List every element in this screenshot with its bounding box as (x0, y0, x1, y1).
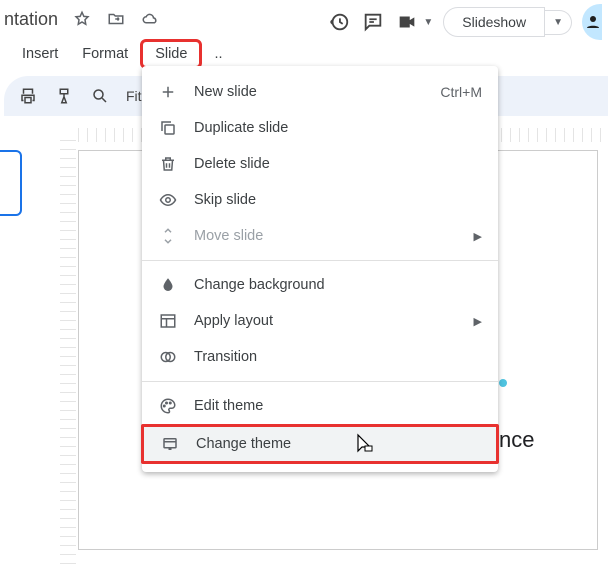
menu-skip-slide[interactable]: Skip slide (142, 182, 498, 218)
zoom-icon[interactable] (90, 86, 110, 106)
doc-title-partial[interactable]: ntation (4, 9, 58, 30)
trash-icon (158, 154, 178, 174)
menu-format[interactable]: Format (70, 40, 140, 68)
menu-duplicate-slide[interactable]: Duplicate slide (142, 110, 498, 146)
menu-delete-label: Delete slide (194, 156, 270, 172)
menu-slide[interactable]: Slide (140, 39, 202, 69)
menu-insert[interactable]: Insert (10, 40, 70, 68)
menu-duplicate-label: Duplicate slide (194, 120, 288, 136)
slideshow-button[interactable]: Slideshow (443, 7, 545, 37)
menu-transition[interactable]: Transition (142, 339, 498, 375)
duplicate-icon (158, 118, 178, 138)
paint-format-icon[interactable] (54, 86, 74, 106)
menu-move-label: Move slide (194, 228, 263, 244)
zoom-label[interactable]: Fit (126, 88, 142, 104)
theme-icon (160, 434, 180, 454)
meet-dropdown-icon[interactable]: ▼ (423, 17, 433, 28)
menu-change-theme[interactable]: Change theme (141, 424, 499, 464)
layout-icon (158, 311, 178, 331)
share-button-partial[interactable] (582, 4, 602, 40)
slide-placeholder-text[interactable]: nce (499, 427, 534, 453)
dropdown-separator (142, 381, 498, 382)
submenu-arrow-icon: ▶ (474, 230, 482, 243)
menu-layout-label: Apply layout (194, 313, 273, 329)
menu-edit-theme-label: Edit theme (194, 398, 263, 414)
menu-skip-label: Skip slide (194, 192, 256, 208)
slide-thumbnail-1[interactable] (0, 150, 22, 216)
cloud-status-icon[interactable] (140, 9, 160, 29)
comments-icon[interactable] (361, 10, 385, 34)
print-icon[interactable] (18, 86, 38, 106)
meet-icon[interactable] (395, 10, 419, 34)
menu-move-slide: Move slide ▶ (142, 218, 498, 254)
eye-icon (158, 190, 178, 210)
submenu-arrow-icon: ▶ (474, 315, 482, 328)
menu-more: .. (202, 40, 234, 68)
star-icon[interactable] (72, 9, 92, 29)
menu-new-slide-label: New slide (194, 84, 257, 100)
menu-new-slide[interactable]: New slide Ctrl+M (142, 74, 498, 110)
droplet-icon (158, 275, 178, 295)
menu-apply-layout[interactable]: Apply layout ▶ (142, 303, 498, 339)
history-icon[interactable] (327, 10, 351, 34)
move-folder-icon[interactable] (106, 9, 126, 29)
plus-icon (158, 82, 178, 102)
palette-icon (158, 396, 178, 416)
menu-edit-theme[interactable]: Edit theme (142, 388, 498, 424)
transition-icon (158, 347, 178, 367)
menu-background-label: Change background (194, 277, 325, 293)
menu-delete-slide[interactable]: Delete slide (142, 146, 498, 182)
vertical-ruler (60, 140, 76, 570)
slide-bullet (499, 379, 507, 387)
menu-new-slide-shortcut: Ctrl+M (440, 84, 482, 100)
dropdown-separator (142, 260, 498, 261)
menu-transition-label: Transition (194, 349, 257, 365)
slideshow-dropdown-button[interactable]: ▼ (545, 10, 572, 35)
menu-change-theme-label: Change theme (196, 436, 291, 452)
slide-dropdown-menu: New slide Ctrl+M Duplicate slide Delete … (142, 66, 498, 472)
menu-change-background[interactable]: Change background (142, 267, 498, 303)
move-icon (158, 226, 178, 246)
